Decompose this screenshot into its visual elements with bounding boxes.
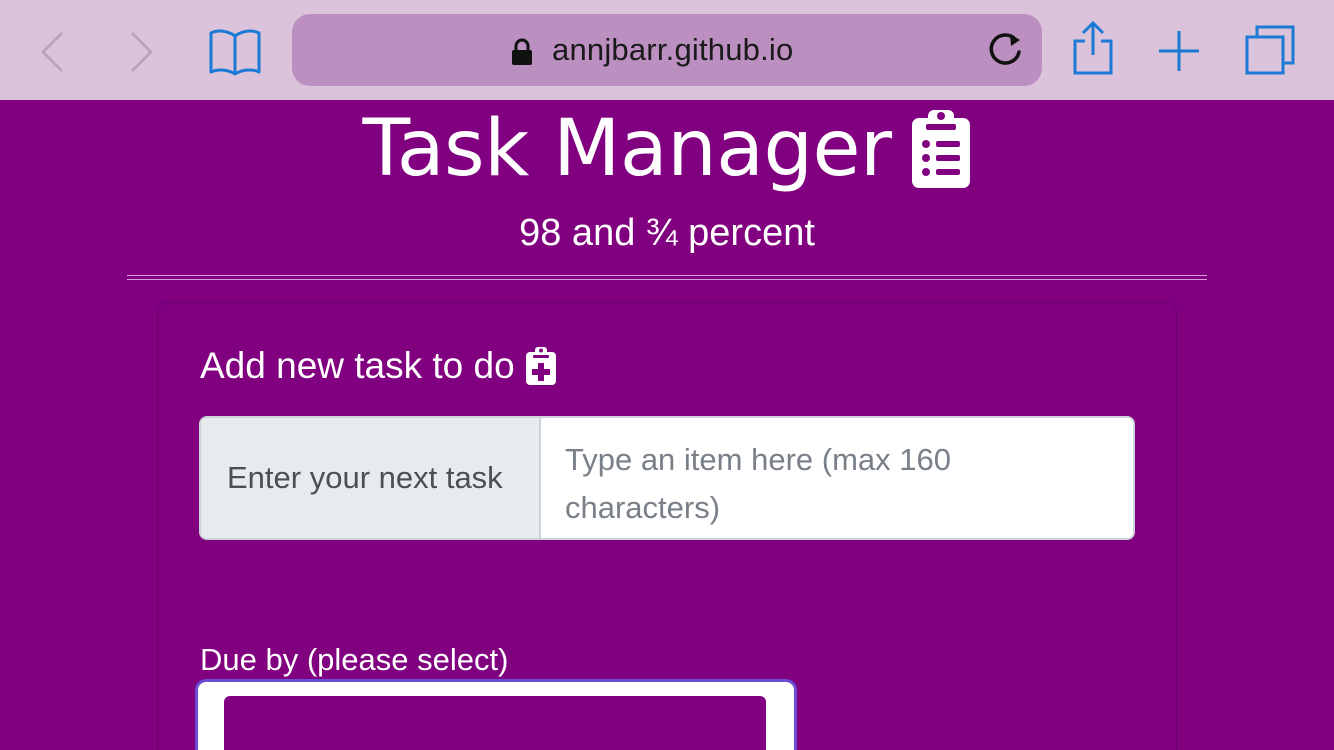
form-heading: Add new task to do bbox=[200, 345, 557, 387]
tabs-button[interactable] bbox=[1240, 20, 1300, 80]
forward-button[interactable] bbox=[120, 28, 164, 76]
task-input-addon: Enter your next task bbox=[201, 418, 541, 538]
clipboard-plus-icon bbox=[525, 347, 556, 385]
reload-icon[interactable] bbox=[986, 30, 1026, 70]
book-icon bbox=[209, 29, 261, 76]
page-title: Task Manager bbox=[362, 104, 892, 194]
url-text: annjbarr.github.io bbox=[552, 32, 794, 67]
lock-icon bbox=[512, 38, 532, 65]
share-icon bbox=[1073, 20, 1113, 75]
back-button[interactable] bbox=[30, 28, 74, 76]
bookmarks-button[interactable] bbox=[204, 24, 266, 78]
form-heading-text: Add new task to do bbox=[200, 345, 515, 386]
share-button[interactable] bbox=[1068, 18, 1118, 78]
page-header: Task Manager bbox=[0, 104, 1334, 194]
new-tab-button[interactable] bbox=[1152, 24, 1206, 78]
plus-icon bbox=[1159, 31, 1199, 71]
browser-toolbar: annjbarr.github.io bbox=[0, 0, 1334, 100]
due-date-input[interactable]: 2019 bbox=[198, 682, 794, 750]
task-input-group: Enter your next task bbox=[199, 416, 1135, 540]
task-input[interactable] bbox=[541, 418, 1133, 538]
chevron-left-icon bbox=[41, 32, 63, 72]
clipboard-list-icon bbox=[911, 110, 970, 188]
tabs-icon bbox=[1245, 25, 1295, 75]
due-date-inner: 2019 bbox=[224, 696, 766, 750]
due-date-value: 2019 bbox=[264, 746, 331, 750]
page-subtitle: 98 and ¾ percent bbox=[519, 212, 815, 254]
chevron-right-icon bbox=[131, 32, 153, 72]
due-date-label: Due by (please select) bbox=[200, 642, 509, 677]
address-bar[interactable]: annjbarr.github.io bbox=[292, 14, 1042, 86]
header-divider bbox=[127, 275, 1207, 280]
